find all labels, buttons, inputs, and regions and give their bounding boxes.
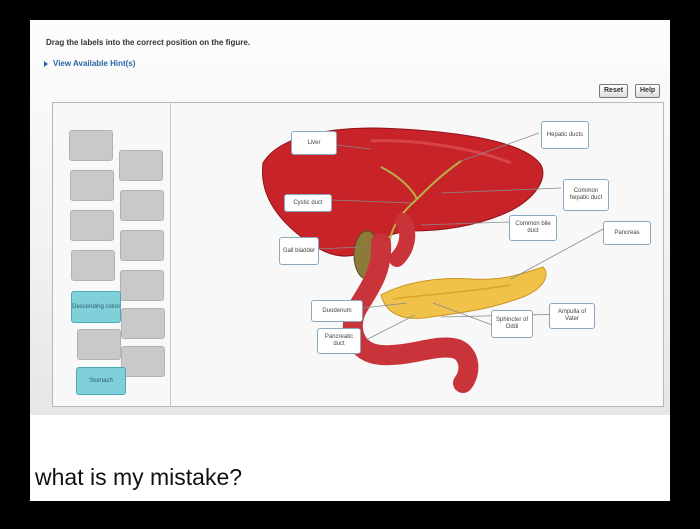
- drop-target-gall-bladder[interactable]: Gall bladder: [279, 237, 319, 265]
- instructions-text: Drag the labels into the correct positio…: [46, 38, 251, 47]
- label-bank-slot: [69, 130, 113, 161]
- reset-button[interactable]: Reset: [599, 84, 629, 98]
- question-text: what is my mistake?: [35, 464, 243, 490]
- label-bank-slot: [120, 270, 164, 301]
- label-bank-slot: [121, 346, 165, 377]
- label-bank-slot: [77, 329, 121, 360]
- drop-target-hepatic-ducts[interactable]: Hepatic ducts: [541, 121, 589, 149]
- label-bank-slot: [70, 210, 114, 241]
- label-chip-stomach[interactable]: Stomach: [76, 367, 126, 395]
- drop-target-common-bile-duct[interactable]: Common bile duct: [509, 215, 557, 241]
- drop-target-duodenum[interactable]: Duodenum: [311, 300, 363, 322]
- view-hints-link[interactable]: View Available Hint(s): [44, 59, 135, 68]
- expand-triangle-icon: [44, 60, 48, 67]
- organ-illustration: [261, 127, 604, 393]
- drop-target-cystic-duct[interactable]: Cystic duct: [284, 194, 332, 212]
- stomach-outlet-shape: [389, 213, 416, 267]
- drop-target-liver[interactable]: Liver: [291, 131, 337, 155]
- help-button[interactable]: Help: [635, 84, 661, 98]
- label-bank-slot: [120, 230, 164, 261]
- drop-target-common-hepatic-duct[interactable]: Common hepatic duct: [563, 179, 609, 211]
- view-hints-label: View Available Hint(s): [53, 59, 136, 68]
- label-bank-slot: [120, 190, 164, 221]
- label-bank-slot: [71, 250, 115, 281]
- label-chip-descending-colon[interactable]: Descending colon: [71, 291, 121, 323]
- drop-target-pancreas[interactable]: Pancreas: [603, 221, 651, 245]
- screenshot-photo: Drag the labels into the correct positio…: [30, 20, 670, 415]
- drop-target-pancreatic-duct[interactable]: Pancreatic duct: [317, 328, 361, 354]
- drag-drop-workarea: Descending colon Stomach Liver Cystic du…: [52, 102, 664, 407]
- label-bank-slot: [121, 308, 165, 339]
- label-bank-slot: [119, 150, 163, 181]
- drop-target-ampulla-of-vater[interactable]: Ampulla of Vater: [549, 303, 595, 329]
- label-bank-slot: [70, 170, 114, 201]
- digestive-figure: Liver Cystic duct Gall bladder Duodenum …: [171, 103, 665, 408]
- drop-target-sphincter-of-oddi[interactable]: Sphincter of Oddi: [491, 310, 533, 338]
